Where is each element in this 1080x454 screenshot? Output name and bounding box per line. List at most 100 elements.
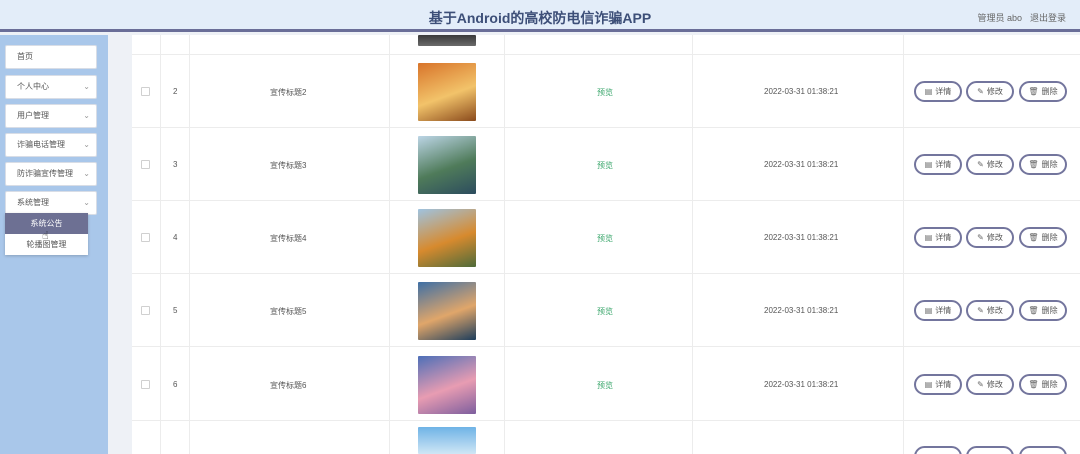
- edit-button-label: 修改: [986, 233, 1003, 242]
- edit-button[interactable]: ✎ 修改: [966, 81, 1014, 102]
- edit-button-label: 修改: [986, 306, 1003, 315]
- promo-title: 宣传标题5: [270, 307, 307, 316]
- edit-button-label: 修改: [986, 160, 1003, 169]
- created-time: 2022-03-31 01:38:21: [764, 306, 839, 315]
- edit-button[interactable]: ✎ 修改: [966, 227, 1014, 248]
- preview-link[interactable]: 预览: [597, 380, 613, 391]
- table-row: 6 宣传标题6 预览 2022-03-31 01:38:21 ▤ 详情 ✎ 修改 🗑 删除: [132, 348, 1080, 421]
- chevron-down-icon: ⌄: [83, 111, 90, 120]
- document-icon: ▤: [924, 306, 933, 315]
- preview-link[interactable]: 预览: [597, 306, 613, 317]
- detail-button[interactable]: ▤ 详情: [914, 227, 962, 248]
- trash-icon: 🗑: [1028, 306, 1039, 315]
- delete-button[interactable]: 🗑 删除: [1019, 227, 1067, 248]
- column-divider: [504, 35, 505, 454]
- created-time: 2022-03-31 01:38:21: [764, 233, 839, 242]
- column-divider: [692, 35, 693, 454]
- table-row: 2 宣传标题2 预览 2022-03-31 01:38:21 ▤ 详情 ✎ 修改 🗑 删除: [132, 55, 1080, 128]
- trash-icon: 🗑: [1028, 160, 1039, 169]
- promo-thumbnail: [418, 63, 476, 121]
- row-checkbox[interactable]: [141, 160, 150, 169]
- row-index: 2: [173, 87, 178, 96]
- detail-button[interactable]: ▤ 详情: [914, 81, 962, 102]
- edit-button[interactable]: ✎ 修改: [966, 154, 1014, 175]
- row-index: 3: [173, 160, 178, 169]
- promo-title: 宣传标题4: [270, 234, 307, 243]
- chevron-down-icon: ⌄: [83, 82, 90, 91]
- sidebar-item-personal-center[interactable]: 个人中心 ⌄: [5, 75, 97, 99]
- sidebar-item-user-management[interactable]: 用户管理 ⌄: [5, 104, 97, 128]
- edit-button[interactable]: ✎ 修改: [966, 374, 1014, 395]
- promo-thumbnail: [418, 427, 476, 454]
- edit-button[interactable]: [966, 446, 1014, 454]
- app-header: 基于Android的高校防电信诈骗APP 管理员 abo 退出登录: [0, 0, 1080, 32]
- content-gutter: [108, 35, 132, 454]
- sidebar-item-anti-fraud-promo-management[interactable]: 防诈骗宣传管理 ⌄: [5, 162, 97, 186]
- promo-thumbnail: [418, 136, 476, 194]
- table-row: 3 宣传标题3 预览 2022-03-31 01:38:21 ▤ 详情 ✎ 修改 🗑 删除: [132, 128, 1080, 201]
- delete-button[interactable]: 🗑 删除: [1019, 81, 1067, 102]
- detail-button-label: 详情: [935, 233, 952, 242]
- trash-icon: 🗑: [1028, 380, 1039, 389]
- created-time: 2022-03-31 01:38:21: [764, 160, 839, 169]
- detail-button-label: 详情: [935, 160, 952, 169]
- preview-link[interactable]: 预览: [597, 233, 613, 244]
- detail-button[interactable]: ▤ 详情: [914, 154, 962, 175]
- sidebar-item-label: 诈骗电话管理: [17, 140, 65, 149]
- admin-username: 管理员 abo: [977, 13, 1022, 23]
- delete-button-label: 删除: [1041, 233, 1058, 242]
- detail-button[interactable]: [914, 446, 962, 454]
- detail-button-label: 详情: [935, 306, 952, 315]
- table-row-partial: [132, 421, 1080, 454]
- sidebar-item-home[interactable]: 首页: [5, 45, 97, 69]
- chevron-down-icon: ⌄: [83, 198, 90, 207]
- app-title: 基于Android的高校防电信诈骗APP: [428, 10, 652, 26]
- row-index: 5: [173, 306, 178, 315]
- chevron-down-icon: ⌄: [83, 140, 90, 149]
- edit-button-label: 修改: [986, 380, 1003, 389]
- pencil-icon: ✎: [977, 380, 984, 389]
- preview-link[interactable]: 预览: [597, 87, 613, 98]
- delete-button-label: 删除: [1041, 380, 1058, 389]
- row-checkbox[interactable]: [141, 233, 150, 242]
- row-checkbox[interactable]: [141, 306, 150, 315]
- promo-title: 宣传标题2: [270, 88, 307, 97]
- detail-button[interactable]: ▤ 详情: [914, 300, 962, 321]
- detail-button[interactable]: ▤ 详情: [914, 374, 962, 395]
- row-checkbox[interactable]: [141, 380, 150, 389]
- pencil-icon: ✎: [977, 87, 984, 96]
- detail-button-label: 详情: [935, 380, 952, 389]
- promo-thumbnail: [418, 282, 476, 340]
- edit-button[interactable]: ✎ 修改: [966, 300, 1014, 321]
- document-icon: ▤: [924, 87, 933, 96]
- document-icon: ▤: [924, 160, 933, 169]
- delete-button[interactable]: [1019, 446, 1067, 454]
- edit-button-label: 修改: [986, 87, 1003, 96]
- logout-link[interactable]: 退出登录: [1030, 11, 1066, 24]
- row-index: 6: [173, 380, 178, 389]
- document-icon: ▤: [924, 233, 933, 242]
- promo-thumbnail: [418, 209, 476, 267]
- column-divider: [903, 35, 904, 454]
- delete-button[interactable]: 🗑 删除: [1019, 154, 1067, 175]
- sidebar-item-system-management[interactable]: 系统管理 ⌄: [5, 191, 97, 215]
- delete-button-label: 删除: [1041, 306, 1058, 315]
- promo-title: 宣传标题6: [270, 381, 307, 390]
- promo-thumbnail: [418, 356, 476, 414]
- chevron-down-icon: ⌄: [83, 169, 90, 178]
- pointer-cursor-icon: ☝: [42, 230, 49, 242]
- sidebar-item-label: 用户管理: [17, 111, 49, 120]
- delete-button[interactable]: 🗑 删除: [1019, 300, 1067, 321]
- promo-thumbnail: [418, 35, 476, 46]
- promo-title: 宣传标题3: [270, 161, 307, 170]
- sidebar-item-label: 系统管理: [17, 198, 49, 207]
- table-row: 5 宣传标题5 预览 2022-03-31 01:38:21 ▤ 详情 ✎ 修改 🗑 删除: [132, 274, 1080, 347]
- row-index: 4: [173, 233, 178, 242]
- row-checkbox[interactable]: [141, 87, 150, 96]
- document-icon: ▤: [924, 380, 933, 389]
- delete-button-label: 删除: [1041, 160, 1058, 169]
- pencil-icon: ✎: [977, 306, 984, 315]
- sidebar-item-fraud-phone-management[interactable]: 诈骗电话管理 ⌄: [5, 133, 97, 157]
- preview-link[interactable]: 预览: [597, 160, 613, 171]
- delete-button[interactable]: 🗑 删除: [1019, 374, 1067, 395]
